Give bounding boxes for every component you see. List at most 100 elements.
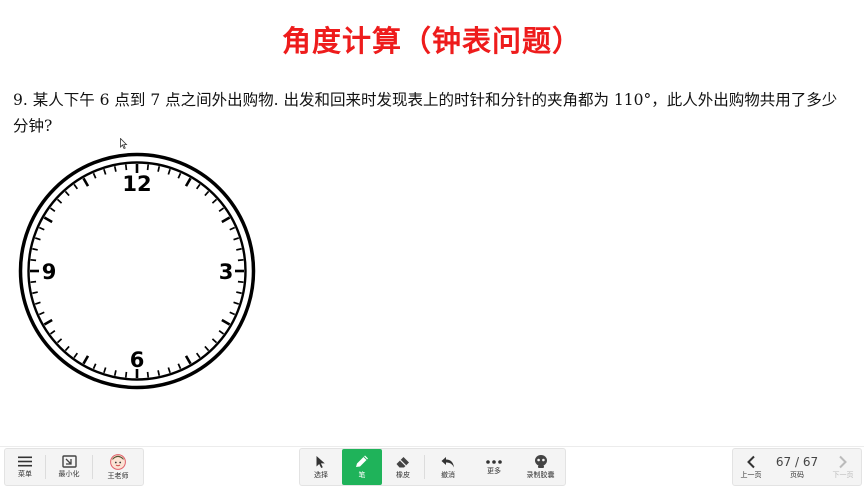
more-label: 更多 (487, 466, 501, 475)
clock-minute-tick (237, 280, 244, 284)
clock-minute-tick (38, 311, 45, 316)
undo-button[interactable]: 撤消 (425, 449, 471, 485)
clock-number-6: 6 (130, 348, 145, 372)
clock-hour-tick (82, 177, 90, 187)
clock-hour-tick (184, 177, 192, 187)
clock-minute-tick (124, 164, 128, 171)
pen-tool-button[interactable]: 笔 (342, 449, 382, 485)
clock-minute-tick (56, 338, 63, 344)
clock-diagram: 12 3 6 9 (18, 152, 256, 390)
clock-minute-tick (64, 345, 70, 352)
clock-minute-tick (73, 183, 79, 190)
minimize-button[interactable]: 最小化 (46, 449, 92, 485)
more-button[interactable]: 更多 (471, 449, 517, 485)
page-number-label: 页码 (790, 470, 804, 479)
cursor-icon (316, 455, 325, 468)
next-page-button[interactable]: 下一页 (825, 449, 861, 485)
select-tool-button[interactable]: 选择 (300, 449, 342, 485)
clock-minute-tick (32, 291, 38, 295)
clock-minute-tick (233, 237, 240, 241)
bottom-toolbar: 菜单 最小化 王老师 选择 笔 橡皮 撤消 更多 录制胶囊 上一页 67 / 6… (0, 446, 864, 487)
clock-minute-tick (233, 301, 240, 305)
clock-minute-tick (56, 198, 63, 204)
clock-minute-tick (38, 226, 45, 231)
clock-hour-tick (221, 216, 231, 224)
clock-hour-tick (43, 318, 53, 326)
clock-number-3: 3 (219, 260, 234, 284)
clock-minute-tick (146, 371, 150, 378)
chevron-left-icon (747, 455, 755, 468)
menu-label: 菜单 (18, 470, 32, 478)
clock-minute-tick (113, 370, 117, 376)
clock-minute-tick (124, 371, 128, 378)
pen-icon (356, 455, 368, 467)
teacher-name: 王老师 (107, 471, 129, 480)
clock-minute-tick (167, 367, 171, 374)
minimize-label: 最小化 (58, 470, 80, 478)
clock-minute-tick (34, 237, 41, 241)
record-icon (534, 455, 547, 468)
clock-minute-tick (229, 311, 236, 316)
clock-minute-tick (103, 367, 107, 374)
record-label: 录制胶囊 (526, 471, 555, 479)
clock-minute-tick (236, 247, 242, 251)
clock-minute-tick (30, 280, 37, 284)
slide-canvas: 角度计算（钟表问题） 9. 某人下午 6 点到 7 点之间外出购物. 出发和回来… (0, 0, 864, 446)
clock-minute-tick (34, 301, 41, 305)
eraser-label: 橡皮 (396, 470, 410, 479)
undo-label: 撤消 (441, 470, 455, 479)
clock-ticks (30, 164, 244, 378)
pen-label: 笔 (358, 471, 366, 479)
select-label: 选择 (314, 470, 328, 479)
clock-minute-tick (211, 198, 218, 204)
page-nav-group: 上一页 67 / 67 页码 下一页 (732, 448, 862, 486)
teacher-profile-button[interactable]: 王老师 (93, 449, 143, 485)
menu-icon (18, 456, 32, 467)
minimize-icon (61, 455, 77, 468)
clock-minute-tick (30, 258, 37, 262)
clock-minute-tick (64, 190, 70, 197)
clock-minute-tick (204, 190, 210, 197)
clock-minute-tick (157, 370, 161, 376)
clock-minute-tick (204, 345, 210, 352)
clock-minute-tick (146, 164, 150, 171)
avatar-icon (110, 453, 126, 470)
clock-minute-tick (236, 291, 242, 295)
menu-button[interactable]: 菜单 (5, 449, 45, 485)
clock-minute-tick (177, 172, 182, 179)
clock-minute-tick (167, 168, 171, 175)
clock-number-12: 12 (122, 172, 151, 196)
next-page-label: 下一页 (832, 470, 854, 479)
clock-minute-tick (195, 183, 201, 190)
clock-hour-tick (82, 355, 90, 365)
tool-button-group: 选择 笔 橡皮 撤消 更多 录制胶囊 (299, 448, 566, 486)
clock-minute-tick (211, 338, 218, 344)
clock-minute-tick (92, 172, 97, 179)
clock-hour-tick (184, 355, 192, 365)
clock-minute-tick (32, 247, 38, 251)
clock-minute-tick (157, 166, 161, 172)
eraser-tool-button[interactable]: 橡皮 (382, 449, 424, 485)
clock-hour-tick (43, 216, 53, 224)
clock-number-9: 9 (42, 260, 57, 284)
eraser-icon (396, 456, 409, 467)
clock-minute-tick (218, 329, 225, 335)
slide-title: 角度计算（钟表问题） (281, 24, 582, 58)
prev-page-button[interactable]: 上一页 (733, 449, 769, 485)
prev-page-label: 上一页 (740, 470, 762, 479)
clock-minute-tick (113, 166, 117, 172)
clock-minute-tick (73, 352, 79, 359)
undo-icon (441, 456, 454, 467)
clock-minute-tick (195, 352, 201, 359)
clock-minute-tick (177, 363, 182, 370)
clock-minute-tick (49, 329, 56, 335)
problem-text: 9. 某人下午 6 点到 7 点之间外出购物. 出发和回来时发现表上的时针和分针… (13, 91, 838, 135)
clock-minute-tick (218, 207, 225, 213)
left-button-group: 菜单 最小化 王老师 (4, 448, 144, 486)
clock-minute-tick (103, 168, 107, 175)
more-icon (486, 459, 502, 464)
clock-hour-tick (221, 318, 231, 326)
record-capsule-button[interactable]: 录制胶囊 (517, 449, 564, 485)
clock-minute-tick (92, 363, 97, 370)
page-indicator[interactable]: 67 / 67 页码 (769, 449, 825, 485)
